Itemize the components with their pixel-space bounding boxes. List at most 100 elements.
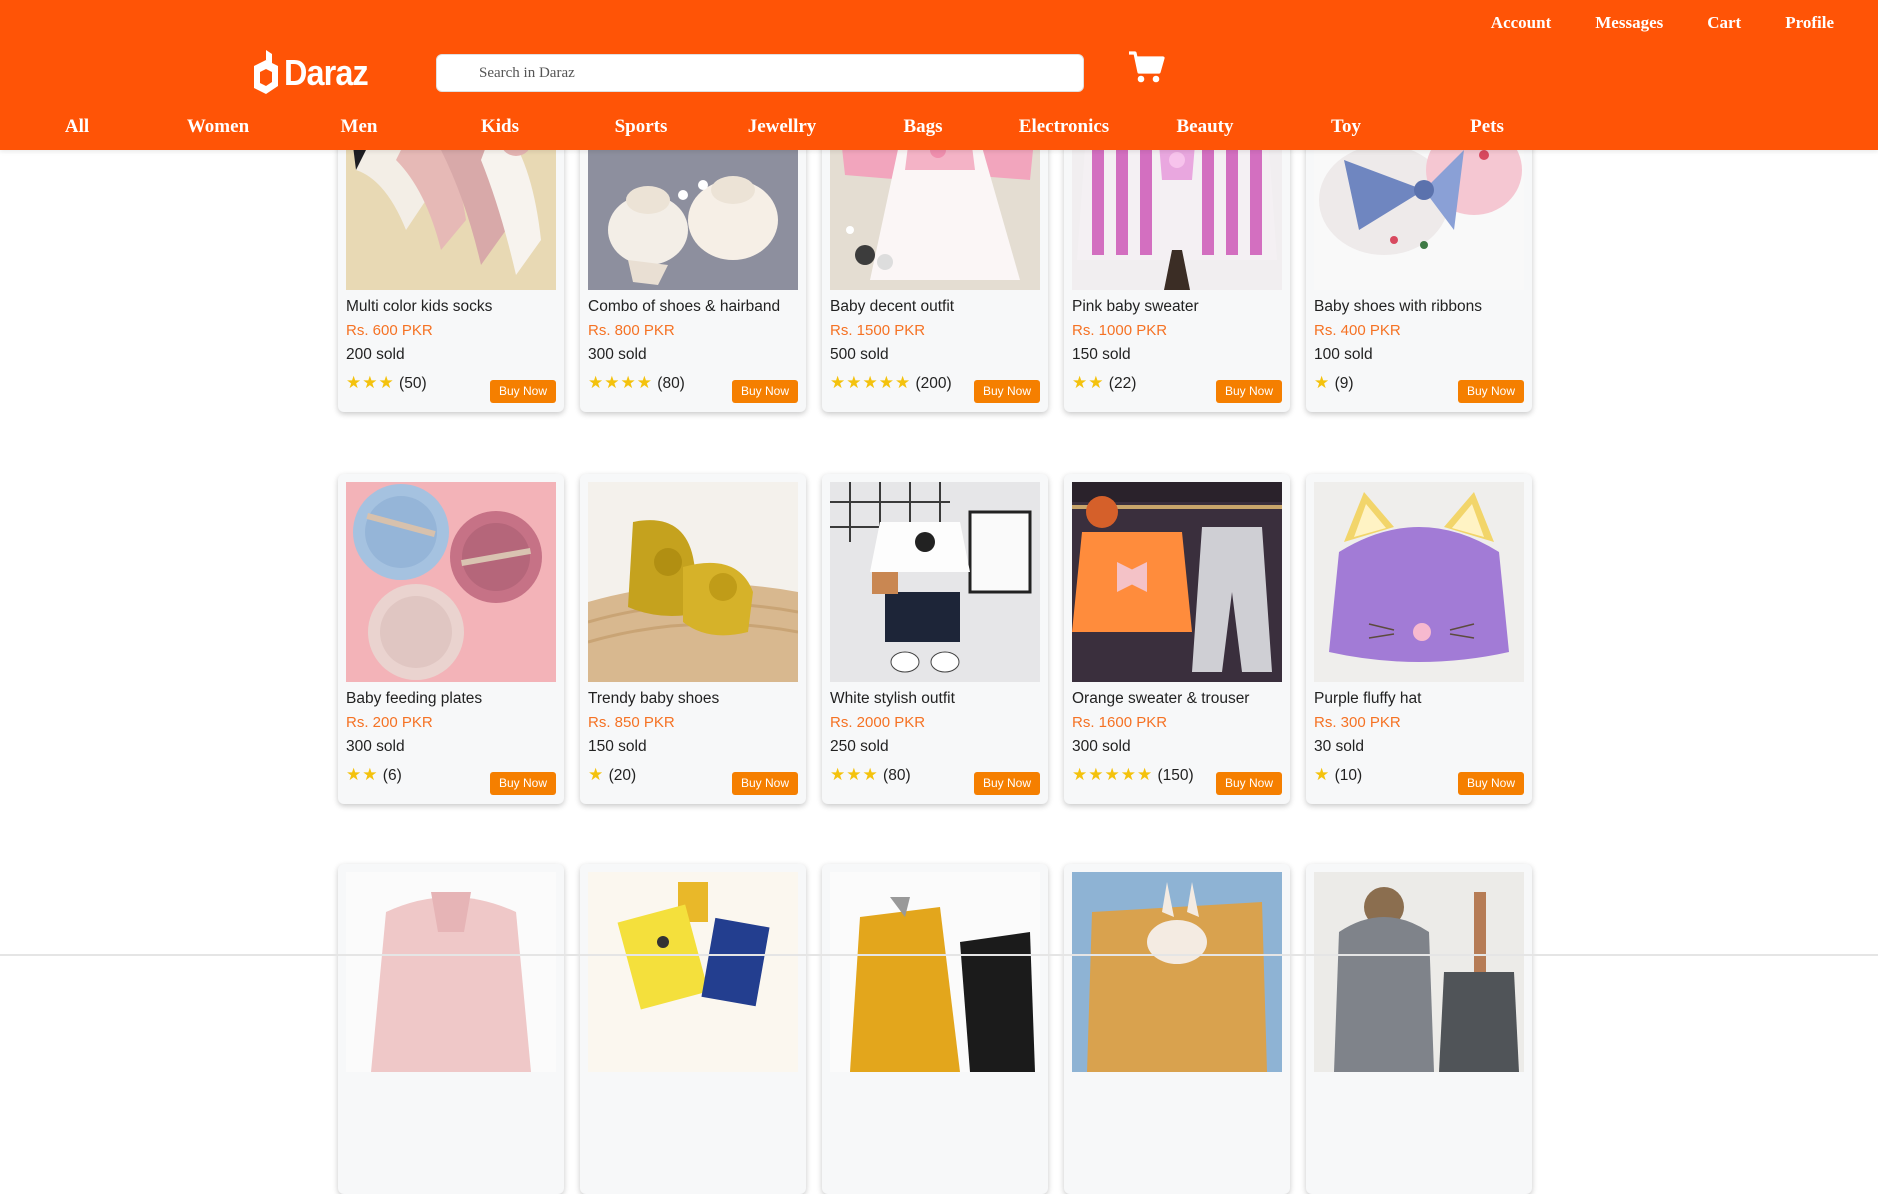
account-link[interactable]: Account <box>1491 13 1551 33</box>
product-rating: ★★★★ (80) <box>588 373 685 393</box>
product-sold-count: 150 sold <box>588 738 647 755</box>
product-price: Rs. 2000 PKR <box>830 714 926 731</box>
product-rating: ★★★★★ (150) <box>1072 765 1194 785</box>
product-sold-count: 300 sold <box>588 346 647 363</box>
product-card[interactable]: Trendy baby shoes Rs. 850 PKR 150 sold ★… <box>580 474 806 804</box>
cart-icon[interactable] <box>1128 50 1166 84</box>
buy-now-button[interactable]: Buy Now <box>973 380 1040 403</box>
product-sold-count: 30 sold <box>1314 738 1364 755</box>
product-sold-count: 150 sold <box>1072 346 1131 363</box>
product-price: Rs. 850 PKR <box>588 714 675 731</box>
star-icons: ★★★ <box>830 765 879 784</box>
review-count: (20) <box>608 767 637 784</box>
category-women[interactable]: Women <box>187 116 249 138</box>
buy-now-button[interactable]: Buy Now <box>1215 380 1282 403</box>
product-card[interactable]: Orange sweater & trouser Rs. 1600 PKR 30… <box>1064 474 1290 804</box>
product-card[interactable]: Baby feeding plates Rs. 200 PKR 300 sold… <box>338 474 564 804</box>
product-price: Rs. 400 PKR <box>1314 322 1401 339</box>
product-title[interactable]: Baby feeding plates <box>346 690 482 708</box>
product-card[interactable] <box>580 864 806 1194</box>
product-price: Rs. 200 PKR <box>346 714 433 731</box>
star-icons: ★★ <box>346 765 379 784</box>
review-count: (80) <box>883 767 911 784</box>
review-count: (80) <box>657 375 685 392</box>
product-title[interactable]: White stylish outfit <box>830 690 955 708</box>
product-rating: ★★ (6) <box>346 765 402 785</box>
product-image[interactable] <box>830 872 1040 1072</box>
star-icons: ★★★★★ <box>1072 765 1154 784</box>
star-icons: ★★★ <box>346 373 395 392</box>
category-jewellry[interactable]: Jewellry <box>748 116 817 138</box>
product-price: Rs. 300 PKR <box>1314 714 1401 731</box>
product-rating: ★★ (22) <box>1072 373 1136 393</box>
category-electronics[interactable]: Electronics <box>1019 116 1109 138</box>
review-count: (150) <box>1157 767 1194 784</box>
buy-now-button[interactable]: Buy Now <box>1215 772 1282 795</box>
product-card[interactable] <box>338 864 564 1194</box>
product-image[interactable] <box>588 482 798 682</box>
category-nav: All Women Men Kids Sports Jewellry Bags … <box>0 116 1600 144</box>
product-card[interactable] <box>1306 864 1532 1194</box>
category-toy[interactable]: Toy <box>1331 116 1361 138</box>
buy-now-button[interactable]: Buy Now <box>731 772 798 795</box>
site-header: Account Messages Cart Profile Daraz All … <box>0 0 1878 150</box>
buy-now-button[interactable]: Buy Now <box>973 772 1040 795</box>
star-icons: ★ <box>1314 373 1331 392</box>
buy-now-button[interactable]: Buy Now <box>1457 380 1524 403</box>
category-kids[interactable]: Kids <box>481 116 519 138</box>
product-title[interactable]: Baby decent outfit <box>830 298 954 316</box>
logo-text: Daraz <box>284 52 369 93</box>
product-rating: ★★★ (80) <box>830 765 911 785</box>
category-sports[interactable]: Sports <box>615 116 668 138</box>
product-rating: ★ (9) <box>1314 373 1354 393</box>
product-title[interactable]: Combo of shoes & hairband <box>588 298 780 316</box>
category-men[interactable]: Men <box>341 116 378 138</box>
product-title[interactable]: Trendy baby shoes <box>588 690 719 708</box>
search-input[interactable] <box>437 55 1083 91</box>
messages-link[interactable]: Messages <box>1595 13 1663 33</box>
category-bags[interactable]: Bags <box>903 116 942 138</box>
product-price: Rs. 1000 PKR <box>1072 322 1168 339</box>
product-card[interactable]: White stylish outfit Rs. 2000 PKR 250 so… <box>822 474 1048 804</box>
review-count: (50) <box>399 375 427 392</box>
buy-now-button[interactable]: Buy Now <box>731 380 798 403</box>
buy-now-button[interactable]: Buy Now <box>489 380 556 403</box>
daraz-logo-icon <box>254 50 278 94</box>
category-pets[interactable]: Pets <box>1470 116 1504 138</box>
product-title[interactable]: Pink baby sweater <box>1072 298 1199 316</box>
product-title[interactable]: Purple fluffy hat <box>1314 690 1421 708</box>
review-count: (22) <box>1108 375 1137 392</box>
product-price: Rs. 600 PKR <box>346 322 433 339</box>
star-icons: ★★ <box>1072 373 1105 392</box>
product-image[interactable] <box>1314 872 1524 1072</box>
product-image[interactable] <box>1072 872 1282 1072</box>
product-title[interactable]: Multi color kids socks <box>346 298 492 316</box>
category-all[interactable]: All <box>65 116 89 138</box>
star-icons: ★★★★ <box>588 373 653 392</box>
product-image[interactable] <box>346 482 556 682</box>
buy-now-button[interactable]: Buy Now <box>489 772 556 795</box>
product-rating: ★★★★★ (200) <box>830 373 952 393</box>
product-image[interactable] <box>1072 482 1282 682</box>
buy-now-button[interactable]: Buy Now <box>1457 772 1524 795</box>
product-title[interactable]: Orange sweater & trouser <box>1072 690 1249 708</box>
search-bar[interactable] <box>436 54 1084 92</box>
product-card[interactable]: Purple fluffy hat Rs. 300 PKR 30 sold ★ … <box>1306 474 1532 804</box>
product-sold-count: 500 sold <box>830 346 889 363</box>
category-beauty[interactable]: Beauty <box>1177 116 1234 138</box>
product-rating: ★★★ (50) <box>346 373 427 393</box>
product-title[interactable]: Baby shoes with ribbons <box>1314 298 1482 316</box>
star-icons: ★ <box>588 765 605 784</box>
product-card[interactable] <box>1064 864 1290 1194</box>
product-image[interactable] <box>346 872 556 1072</box>
product-sold-count: 300 sold <box>1072 738 1131 755</box>
cart-link[interactable]: Cart <box>1707 13 1741 33</box>
daraz-logo[interactable]: Daraz <box>252 50 377 96</box>
review-count: (10) <box>1334 767 1363 784</box>
product-image[interactable] <box>830 482 1040 682</box>
profile-link[interactable]: Profile <box>1785 13 1834 33</box>
product-card[interactable] <box>822 864 1048 1194</box>
product-image[interactable] <box>1314 482 1524 682</box>
product-price: Rs. 800 PKR <box>588 322 675 339</box>
product-image[interactable] <box>588 872 798 1072</box>
